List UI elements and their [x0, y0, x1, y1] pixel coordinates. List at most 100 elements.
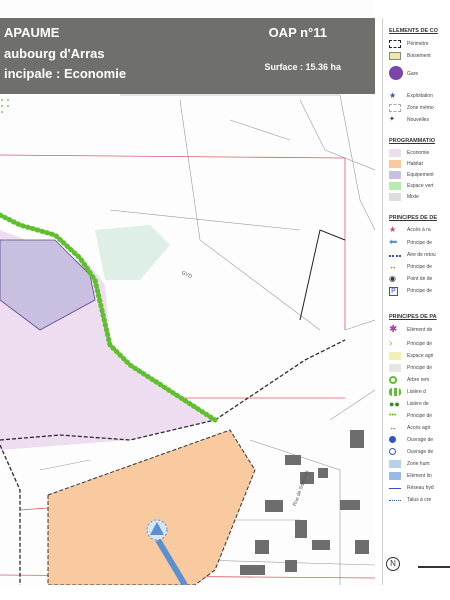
chevron-right-icon: › — [389, 338, 393, 349]
legend-row-ouvrage-2: Ouvrage de — [389, 448, 450, 458]
legend-label: Ouvrage de — [407, 437, 434, 443]
legend-row-reseau-hyd: Réseau hyd — [389, 484, 450, 494]
legend-label: Arbre rem — [407, 377, 430, 383]
north-arrow-icon: N — [386, 557, 400, 571]
legend-label: Réseau hyd — [407, 485, 434, 491]
legend-row-principe-d1: ⬅ Principe de — [389, 237, 450, 249]
equipment-swatch — [389, 171, 401, 179]
legend-row-exploitation: ★ Exploitation — [389, 92, 450, 102]
legend-row-arbre: Arbre rem — [389, 376, 450, 386]
linear-element-swatch — [389, 472, 401, 480]
legend-row-element-lin: Elément lin — [389, 472, 450, 482]
legend-label: Principe de — [407, 413, 433, 419]
oap-number: OAP n°11 — [268, 25, 327, 40]
memory-zone — [95, 225, 170, 280]
asterisk-icon: ✱ — [389, 324, 398, 335]
habitat-swatch — [389, 160, 401, 168]
legend-row-nouvelles: ✦ Nouvelles — [389, 116, 450, 126]
hedge-symbol — [389, 388, 401, 396]
legend-label: Zone hum — [407, 461, 430, 467]
train-station-icon — [389, 66, 403, 80]
title-line-2: aubourg d'Arras — [4, 46, 105, 61]
legend-row-economie: Economie — [389, 149, 450, 159]
tree-icon — [389, 376, 397, 384]
woodland-symbol — [389, 52, 401, 60]
legend-row-lisiere-1: Lisière d — [389, 388, 450, 398]
double-tree-icon: ●● — [389, 399, 400, 409]
legend-row-element-de: ✱ Elément de — [389, 324, 450, 336]
legend-label: Talus à cre — [407, 497, 432, 503]
scale-bar — [418, 566, 450, 571]
legend-row-aire-retour: Aire de retou — [389, 251, 450, 261]
surface-area: Surface : 15.36 ha — [264, 62, 341, 72]
legend-label: Lisière d — [407, 389, 426, 395]
blue-circle-icon — [389, 448, 396, 455]
legend-label: Boisement — [407, 53, 431, 59]
legend-label: Elément lin — [407, 473, 432, 479]
legend-label: Point de de — [407, 276, 433, 282]
legend-label: Equipement — [407, 172, 434, 178]
legend-label: Principe de — [407, 365, 433, 371]
legend-label: Périmètre — [407, 41, 429, 47]
legend-row-lisiere-2: ●● Lisière de — [389, 400, 450, 410]
access-star-icon: ★ — [389, 225, 397, 234]
legend-row-zone-hum: Zone hum — [389, 460, 450, 470]
legend-label: Accès à ra — [407, 227, 431, 233]
legend-label: Zone mémo — [407, 105, 434, 111]
legend-label: Principe de — [407, 240, 433, 246]
perimeter-northeast — [299, 229, 346, 321]
legend-row-perimetre: Périmètre — [389, 40, 450, 50]
dots-icon: ••• — [389, 412, 397, 419]
legend-row-mixte: Mixte — [389, 193, 450, 203]
small-star-icon: ✦ — [389, 116, 395, 123]
legend-row-ouvrage-1: Ouvrage de — [389, 436, 450, 446]
legend-label: Accès agri — [407, 425, 431, 431]
green-arrow-marks — [1, 99, 9, 113]
legend-row-zone-memoire: Zone mémo — [389, 104, 450, 114]
legend-row-principe-d2: ↔ Principe de — [389, 263, 450, 273]
legend-label: Lisière de — [407, 401, 429, 407]
perimeter-east — [214, 339, 346, 421]
legend-label: Principe de — [407, 264, 433, 270]
legend-label: Exploitation — [407, 93, 433, 99]
title-banner: APAUME aubourg d'Arras incipale : Econom… — [0, 18, 375, 94]
legend-label: Elément de — [407, 327, 433, 333]
legend-row-gare: Gare — [389, 66, 450, 84]
legend-row-principe-p1: › Principe de — [389, 338, 450, 350]
legend-panel: ELEMENTS DE CO Périmètre Boisement Gare … — [382, 18, 450, 585]
grey-swatch — [389, 364, 401, 372]
green-space-swatch — [389, 182, 401, 190]
arrow-left-icon: ⬅ — [389, 237, 398, 248]
hydro-line-symbol — [389, 488, 401, 489]
legend-label: Mixte — [407, 194, 419, 200]
legend-row-acces: ★ Accès à ra — [389, 226, 450, 236]
legend-label: Nouvelles — [407, 117, 429, 123]
legend-heading-elements: ELEMENTS DE CO — [389, 28, 438, 34]
legend-label: Habitat — [407, 161, 423, 167]
legend-row-habitat: Habitat — [389, 160, 450, 170]
perimeter-west — [0, 444, 21, 585]
legend-label: Principe de — [407, 288, 433, 294]
embankment-symbol — [389, 500, 401, 501]
legend-row-acces-agri: ↔ Accès agri — [389, 424, 450, 434]
legend-row-talus: Talus à cre — [389, 496, 450, 506]
mixed-swatch — [389, 193, 401, 201]
point-icon: ◉ — [389, 274, 396, 283]
legend-heading-paysage: PRINCIPES DE PA — [389, 314, 437, 320]
legend-row-boisement: Boisement — [389, 52, 450, 62]
double-arrow-icon: ↔ — [389, 262, 397, 271]
wetland-swatch — [389, 460, 401, 468]
map-canvas[interactable]: APAUME aubourg d'Arras incipale : Econom… — [0, 0, 375, 585]
blue-dot-icon — [389, 436, 396, 443]
legend-label: Economie — [407, 150, 430, 156]
buildings — [240, 430, 369, 575]
double-arrow-icon: ↔ — [389, 423, 397, 432]
memory-zone-symbol — [389, 104, 401, 112]
legend-row-espace-vert: Espace vert — [389, 182, 450, 192]
dotted-blue-symbol — [389, 255, 401, 257]
title-line-3: incipale : Economie — [4, 66, 127, 81]
legend-label: Espace agri — [407, 353, 434, 359]
legend-label: Gare — [407, 71, 419, 77]
title-line-1: APAUME — [4, 25, 60, 40]
perimeter-symbol — [389, 40, 401, 48]
